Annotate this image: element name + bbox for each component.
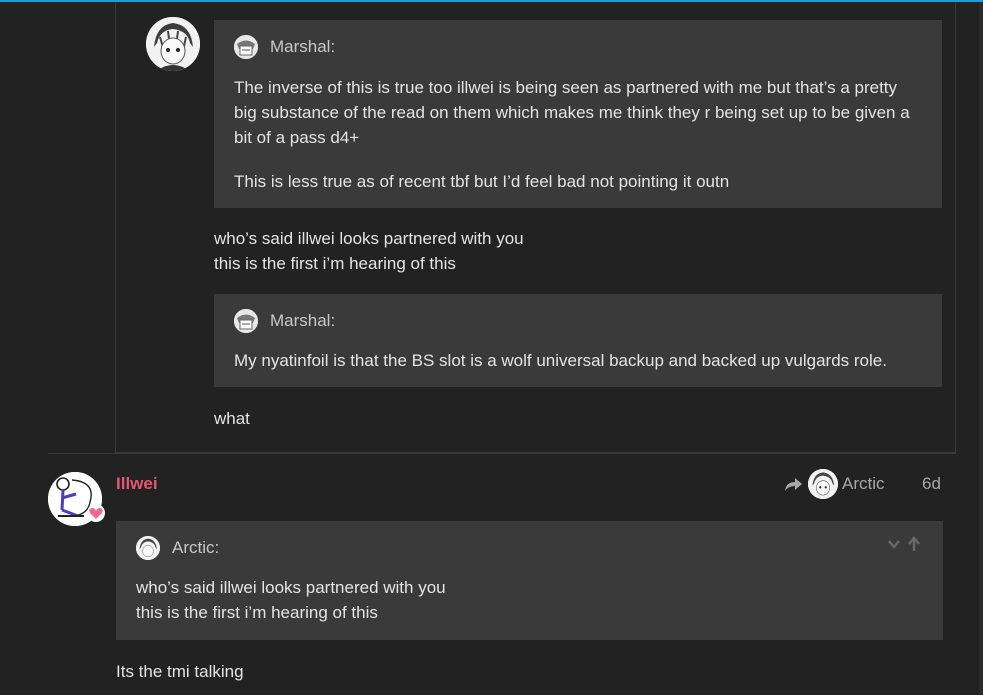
sketch-avatar-icon xyxy=(234,309,258,333)
post-body: Its the tmi talking xyxy=(116,659,244,684)
avatar-marshal-small xyxy=(234,35,258,59)
quote-author: Marshal: xyxy=(270,37,336,56)
quote-block-marshal-1: Marshal: The inverse of this is true too… xyxy=(214,20,942,208)
quote-paragraph: This is less true as of recent tbf but I… xyxy=(234,172,730,191)
quote-line: this is the first i’m hearing of this xyxy=(136,603,378,622)
reply-arrow-icon xyxy=(785,478,802,491)
post-date[interactable]: 6d xyxy=(922,474,941,494)
quote-block-arctic: Arctic: who’s said illwei looks partnere… xyxy=(116,521,943,640)
post-body-text: Its the tmi talking xyxy=(116,662,244,681)
quote-title[interactable]: Arctic: xyxy=(136,536,219,560)
reply-line: this is the first i’m hearing of this xyxy=(214,254,456,273)
anime-face-icon xyxy=(146,17,200,71)
avatar-illwei[interactable] xyxy=(48,472,105,526)
quote-title[interactable]: Marshal: xyxy=(234,35,335,59)
avatar-arctic-tiny xyxy=(136,536,160,560)
quote-line: who’s said illwei looks partnered with y… xyxy=(136,578,446,597)
quote-block-marshal-2: Marshal: My nyatinfoil is that the BS sl… xyxy=(214,294,942,387)
post-username[interactable]: Illwei xyxy=(116,474,158,494)
avatar-arctic-small xyxy=(808,469,838,499)
arrow-up-icon[interactable] xyxy=(906,536,922,552)
avatar-arctic-large[interactable] xyxy=(146,17,200,71)
quote-author: Marshal: xyxy=(270,311,336,330)
anime-face-icon xyxy=(808,469,838,499)
heart-badge-icon xyxy=(87,504,105,522)
chevron-down-icon[interactable] xyxy=(886,536,902,552)
post-divider xyxy=(48,453,956,454)
reply-line: who’s said illwei looks partnered with y… xyxy=(214,229,524,248)
anime-face-icon xyxy=(136,536,160,560)
reply-to-name: Arctic xyxy=(842,474,885,493)
reply-to-tab[interactable]: Arctic xyxy=(784,468,885,500)
quote-controls xyxy=(886,536,922,552)
reply-line: what xyxy=(214,409,250,428)
quote-author: Arctic: xyxy=(172,538,220,557)
reply-text-2: what xyxy=(214,406,250,431)
sketch-avatar-icon xyxy=(234,35,258,59)
quote-paragraph: The inverse of this is true too illwei i… xyxy=(234,78,910,147)
avatar-marshal-small xyxy=(234,309,258,333)
quote-paragraph: My nyatinfoil is that the BS slot is a w… xyxy=(234,351,887,370)
reply-text-1: who’s said illwei looks partnered with y… xyxy=(214,226,914,276)
quote-title[interactable]: Marshal: xyxy=(234,309,335,333)
scrollbar-track[interactable] xyxy=(979,2,983,695)
